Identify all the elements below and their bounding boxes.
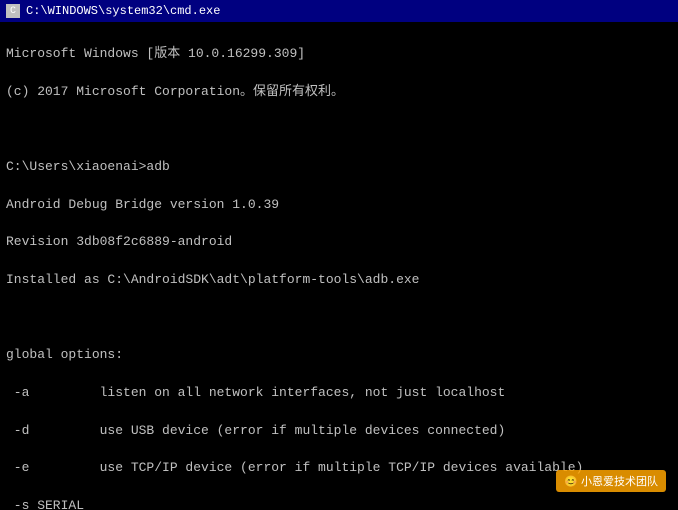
line-06: Revision 3db08f2c6889-android: [6, 234, 232, 249]
line-12: -e use TCP/IP device (error if multiple …: [6, 460, 583, 475]
line-02: (c) 2017 Microsoft Corporation。保留所有权利。: [6, 84, 344, 99]
cmd-window: Microsoft Windows [版本 10.0.16299.309] (c…: [0, 22, 678, 510]
line-13: -s SERIAL: [6, 498, 84, 510]
line-01: Microsoft Windows [版本 10.0.16299.309]: [6, 46, 305, 61]
line-05: Android Debug Bridge version 1.0.39: [6, 197, 279, 212]
line-09: global options:: [6, 347, 123, 362]
watermark: 😊 小恩爱技术团队: [556, 470, 666, 492]
line-11: -d use USB device (error if multiple dev…: [6, 423, 505, 438]
watermark-icon: 😊: [564, 476, 581, 488]
watermark-text: 小恩爱技术团队: [581, 476, 658, 488]
title-bar-icon: C: [6, 4, 20, 18]
title-bar-text: C:\WINDOWS\system32\cmd.exe: [26, 4, 220, 18]
line-04: C:\Users\xiaoenai>adb: [6, 159, 170, 174]
title-bar: C C:\WINDOWS\system32\cmd.exe: [0, 0, 678, 22]
line-07: Installed as C:\AndroidSDK\adt\platform-…: [6, 272, 419, 287]
line-10: -a listen on all network interfaces, not…: [6, 385, 505, 400]
